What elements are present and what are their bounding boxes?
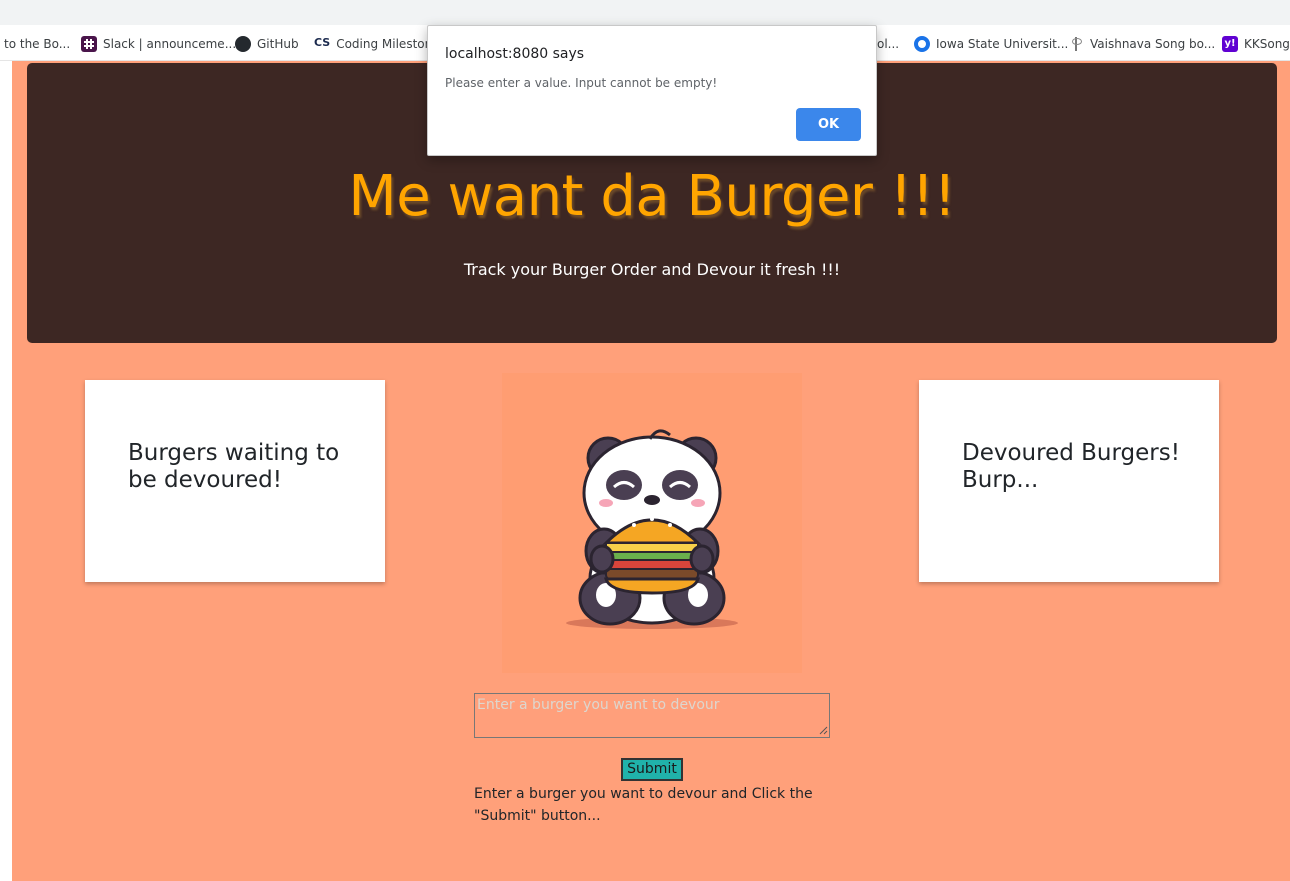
iowa-state-icon: [914, 36, 930, 52]
alert-dialog: localhost:8080 says Please enter a value…: [427, 25, 877, 156]
bookmark-label: Iowa State Universit...: [936, 37, 1069, 51]
ok-button[interactable]: OK: [796, 108, 861, 141]
page-content: Me want da Burger !!! Track your Burger …: [12, 61, 1290, 881]
bookmark-item-slack[interactable]: Slack | announceme...: [81, 35, 236, 53]
bookmark-item-kksongs[interactable]: y! KKSongs: [1222, 35, 1290, 53]
bookmark-item[interactable]: ol...: [877, 35, 899, 53]
yahoo-icon: y!: [1222, 36, 1238, 52]
submit-button[interactable]: Submit: [621, 758, 683, 781]
dialog-title: localhost:8080 says: [445, 46, 585, 62]
devoured-burgers-card: Devoured Burgers! Burp...: [919, 380, 1219, 582]
help-text: Enter a burger you want to devour and Cl…: [474, 786, 813, 824]
bookmark-item-coding-milestone[interactable]: CS Coding Milestone: [314, 35, 440, 53]
dialog-message: Please enter a value. Input cannot be em…: [445, 76, 718, 90]
waiting-burgers-title: Burgers waiting to be devoured!: [128, 440, 340, 493]
bookmark-label: GitHub: [257, 37, 299, 51]
bookmark-label: Slack | announceme...: [103, 37, 237, 51]
bookmark-label: Vaishnava Song bo...: [1090, 37, 1216, 51]
bookmark-item-github[interactable]: GitHub: [235, 35, 299, 53]
bookmark-label: Coding Milestone: [336, 37, 440, 51]
devoured-burgers-title: Devoured Burgers! Burp...: [962, 440, 1180, 493]
slack-icon: [81, 36, 97, 52]
resize-grip-icon[interactable]: [819, 726, 828, 735]
bookmark-label: to the Bo...: [4, 37, 71, 51]
bookmark-item[interactable]: to the Bo...: [4, 35, 70, 53]
burger-name-input[interactable]: [474, 693, 830, 738]
vaishnava-icon: [1068, 36, 1084, 52]
bookmark-item-iowa-state[interactable]: Iowa State Universit...: [914, 35, 1068, 53]
bookmark-label: KKSongs: [1244, 37, 1290, 51]
bookmark-label: ol...: [877, 37, 900, 51]
cs-icon: CS: [314, 36, 331, 49]
waiting-burgers-card: Burgers waiting to be devoured!: [85, 380, 385, 582]
bookmark-item-vaishnava[interactable]: Vaishnava Song bo...: [1068, 35, 1215, 53]
browser-top-strip: [0, 0, 1290, 25]
panda-eating-burger-icon: [502, 373, 802, 673]
github-icon: [235, 36, 251, 52]
page-subtitle: Track your Burger Order and Devour it fr…: [463, 260, 841, 279]
page-title: Me want da Burger !!!: [348, 164, 956, 229]
